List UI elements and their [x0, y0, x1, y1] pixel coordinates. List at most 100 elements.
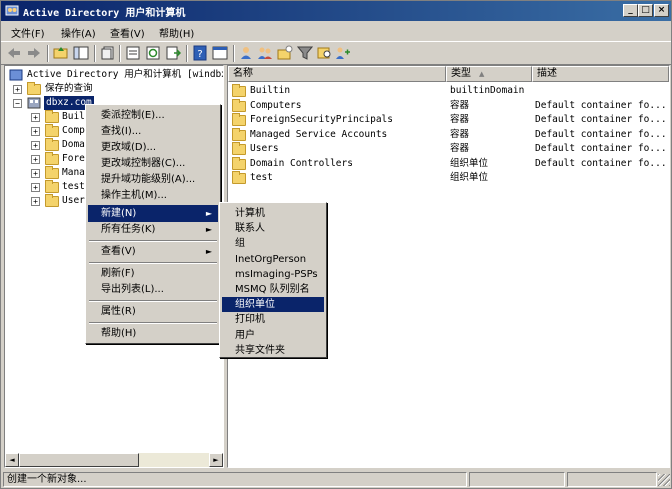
list-item[interactable]: Builtin builtinDomain	[228, 84, 669, 98]
maximize-button[interactable]: □	[638, 4, 653, 17]
back-arrow-icon[interactable]	[6, 45, 22, 61]
menu-export-list[interactable]: 导出列表(L)...	[88, 281, 218, 298]
sort-ascending-icon: ▲	[479, 70, 485, 78]
ad-console-icon	[9, 69, 23, 81]
menu-delegate-control[interactable]: 委派控制(E)...	[88, 107, 218, 124]
resize-grip-icon[interactable]	[658, 474, 670, 486]
new-user-icon[interactable]	[239, 45, 255, 61]
menu-change-dc[interactable]: 更改域控制器(C)...	[88, 155, 218, 172]
submenu-item[interactable]: 组织单位	[222, 297, 324, 313]
folder-icon	[45, 152, 59, 165]
folder-icon	[232, 142, 246, 155]
menu-all-tasks[interactable]: 所有任务(K) ►	[88, 221, 218, 238]
help-icon[interactable]: ?	[192, 45, 208, 61]
collapse-icon[interactable]: −	[13, 99, 22, 108]
properties-icon[interactable]	[125, 45, 141, 61]
column-header-name[interactable]: 名称	[228, 66, 446, 82]
submenu-item[interactable]: msImaging-PSPs	[222, 267, 324, 282]
export-list-icon[interactable]	[165, 45, 181, 61]
list-item-name: test	[250, 172, 273, 183]
list-item[interactable]: ForeignSecurityPrincipals 容器 Default conta…	[228, 113, 669, 127]
column-header-type[interactable]: 类型 ▲	[446, 66, 532, 82]
list-item-description: Default container fo...	[535, 114, 667, 125]
expand-icon[interactable]: +	[31, 141, 40, 150]
expand-icon[interactable]: +	[31, 127, 40, 136]
new-ou-icon[interactable]	[277, 45, 293, 61]
list-item[interactable]: Computers 容器 Default container fo...	[228, 98, 669, 113]
expand-icon[interactable]: +	[13, 85, 22, 94]
submenu-item[interactable]: 计算机	[222, 206, 324, 221]
menu-refresh[interactable]: 刷新(F)	[88, 265, 218, 282]
list-item-name: ForeignSecurityPrincipals	[250, 114, 393, 125]
submenu-item[interactable]: 用户	[222, 328, 324, 343]
menu-action[interactable]: 操作(A)	[61, 25, 96, 40]
list-item[interactable]: Users 容器 Default container fo...	[228, 142, 669, 156]
menu-find[interactable]: 查找(I)...	[88, 123, 218, 140]
menu-raise-functional-level[interactable]: 提升域功能级别(A)...	[88, 171, 218, 188]
toolbar-separator	[119, 45, 121, 62]
ad-users-app-icon	[5, 5, 19, 16]
filter-icon[interactable]	[297, 45, 313, 61]
menu-view-sub[interactable]: 查看(V) ►	[88, 243, 218, 260]
submenu-item[interactable]: MSMQ 队列别名	[222, 282, 324, 297]
menu-new[interactable]: 新建(N) ►	[88, 205, 218, 222]
list-item-description: Default container fo...	[535, 99, 667, 111]
menu-operations-masters[interactable]: 操作主机(M)...	[88, 187, 218, 204]
scroll-thumb[interactable]	[19, 453, 139, 467]
submenu-item[interactable]: 联系人	[222, 221, 324, 236]
menu-view[interactable]: 查看(V)	[110, 25, 145, 40]
menu-help[interactable]: 帮助(H)	[159, 25, 194, 40]
list-item-type: 组织单位	[450, 157, 489, 169]
column-header-description[interactable]: 描述	[532, 66, 669, 82]
submenu-item[interactable]: 组	[222, 236, 324, 251]
folder-icon	[45, 180, 59, 193]
svg-text:?: ?	[197, 49, 202, 60]
column-header-label: 类型	[451, 68, 471, 79]
expand-icon[interactable]: +	[31, 183, 40, 192]
expand-icon[interactable]: +	[31, 113, 40, 122]
close-button[interactable]: ×	[654, 4, 669, 17]
domain-icon	[27, 97, 41, 109]
folder-icon	[45, 110, 59, 123]
list-item[interactable]: Managed Service Accounts 容器 Default contai…	[228, 127, 669, 142]
list-item-name: Computers	[250, 99, 302, 111]
add-to-group-icon[interactable]	[335, 45, 351, 61]
show-details-icon[interactable]	[212, 45, 228, 61]
folder-icon	[232, 171, 246, 184]
list-item-description: Default container fo...	[535, 143, 667, 154]
expand-icon[interactable]: +	[31, 155, 40, 164]
menu-properties[interactable]: 属性(R)	[88, 303, 218, 320]
menu-separator	[89, 322, 217, 324]
submenu-item[interactable]: 共享文件夹	[222, 343, 324, 358]
forward-arrow-icon[interactable]	[26, 45, 42, 61]
up-folder-icon[interactable]	[53, 45, 69, 61]
submenu-item[interactable]: InetOrgPerson	[222, 252, 324, 267]
expand-icon[interactable]: +	[31, 197, 40, 206]
show-tree-icon[interactable]	[73, 45, 89, 61]
list-item[interactable]: Domain Controllers 组织单位 Default container …	[228, 156, 669, 171]
list-item[interactable]: test 组织单位	[228, 171, 669, 185]
refresh-icon[interactable]	[145, 45, 161, 61]
tree-item-label: 保存的查询	[45, 83, 93, 94]
new-group-icon[interactable]	[257, 45, 273, 61]
list-item-type: 容器	[450, 128, 470, 140]
list-item-type: 容器	[450, 143, 470, 154]
find-icon[interactable]	[317, 45, 333, 61]
scroll-left-arrow-icon[interactable]: ◄	[5, 453, 19, 467]
folder-icon	[232, 84, 246, 97]
minimize-button[interactable]: _	[623, 4, 638, 17]
title-bar[interactable]: Active Directory 用户和计算机 _ □ ×	[1, 1, 671, 21]
menu-change-domain[interactable]: 更改域(D)...	[88, 139, 218, 156]
horizontal-scrollbar[interactable]: ◄ ►	[5, 453, 223, 467]
list-item-type: 容器	[450, 114, 470, 125]
scroll-right-arrow-icon[interactable]: ►	[209, 453, 223, 467]
submenu-arrow-icon: ►	[205, 209, 212, 218]
menu-file[interactable]: 文件(F)	[11, 25, 45, 40]
menu-help-item[interactable]: 帮助(H)	[88, 325, 218, 342]
copy-icon[interactable]	[100, 45, 116, 61]
folder-icon	[45, 124, 59, 137]
submenu-item[interactable]: 打印机	[222, 312, 324, 327]
toolbar-separator	[94, 45, 96, 62]
status-pane-3	[567, 472, 657, 487]
expand-icon[interactable]: +	[31, 169, 40, 178]
